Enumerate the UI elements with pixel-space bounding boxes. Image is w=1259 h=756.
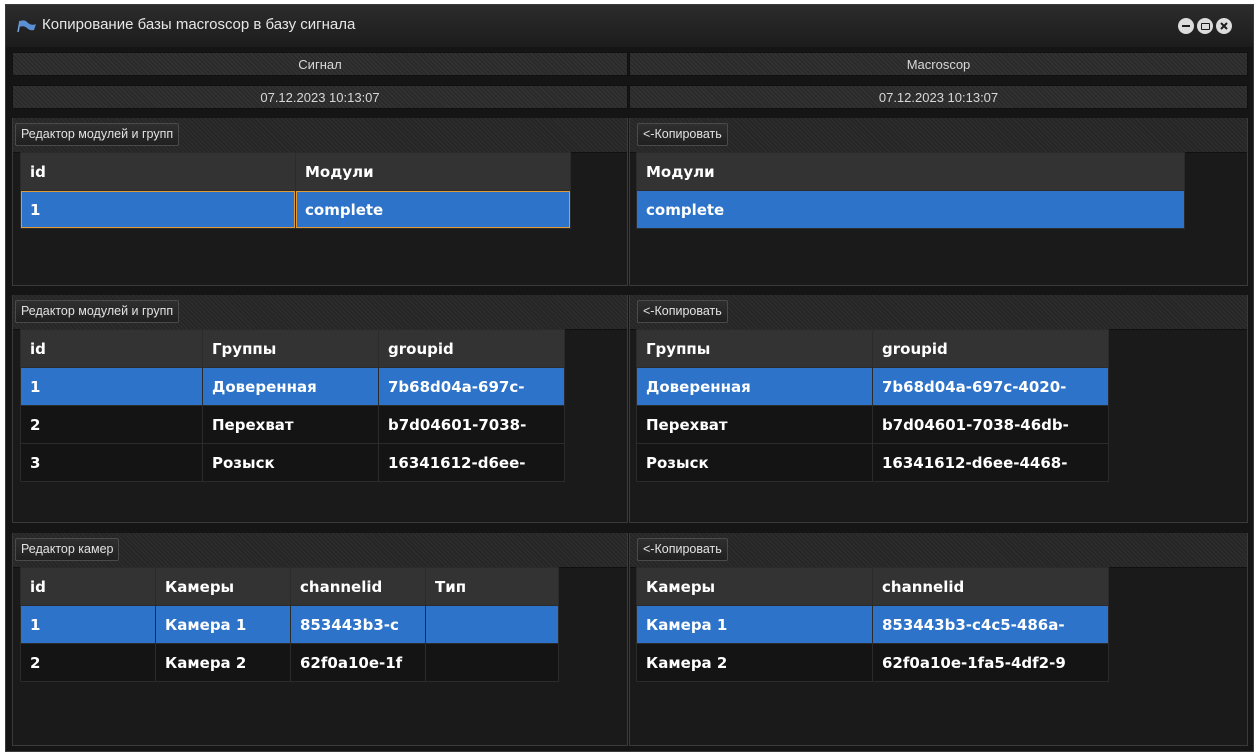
- right-groups-panel: <-Копировать Группы groupid Доверенная 7…: [629, 295, 1248, 523]
- table-row[interactable]: Перехват b7d04601-7038-46db-: [636, 405, 1109, 444]
- cell-type[interactable]: [425, 605, 559, 644]
- title-bar[interactable]: Копирование базы macroscop в базу сигнал…: [6, 5, 1253, 47]
- cell-camera[interactable]: Камера 1: [155, 605, 291, 644]
- column-header[interactable]: id: [20, 152, 296, 191]
- table-row[interactable]: complete: [636, 190, 1185, 229]
- cell-id[interactable]: 3: [20, 443, 203, 482]
- close-icon[interactable]: [1216, 18, 1232, 34]
- right-source-header: Macroscop: [629, 52, 1248, 76]
- cell-module[interactable]: complete: [295, 190, 571, 229]
- cell-group[interactable]: Доверенная: [636, 367, 873, 406]
- cell-groupid[interactable]: 7b68d04a-697c-4020-: [872, 367, 1109, 406]
- cell-type[interactable]: [425, 643, 559, 682]
- column-header[interactable]: groupid: [872, 329, 1109, 368]
- cell-groupid[interactable]: 7b68d04a-697c-: [378, 367, 565, 406]
- left-source-header: Сигнал: [12, 52, 628, 76]
- edit-modules-groups-button[interactable]: Редактор модулей и групп: [15, 123, 180, 146]
- cell-camera[interactable]: Камера 2: [155, 643, 291, 682]
- cell-group[interactable]: Розыск: [202, 443, 379, 482]
- left-modules-panel: Редактор модулей и групп id Модули 1 com…: [12, 118, 628, 286]
- left-groups-table: id Группы groupid 1 Доверенная 7b68d04a-…: [20, 329, 565, 482]
- cell-groupid[interactable]: 16341612-d6ee-4468-: [872, 443, 1109, 482]
- edit-modules-groups-button[interactable]: Редактор модулей и групп: [15, 300, 180, 323]
- table-row[interactable]: Камера 1 853443b3-c4c5-486a-: [636, 605, 1109, 644]
- minimize-icon[interactable]: [1178, 18, 1194, 34]
- toolbar: <-Копировать: [630, 533, 1247, 568]
- edit-cameras-button[interactable]: Редактор камер: [15, 538, 120, 561]
- cell-group[interactable]: Перехват: [202, 405, 379, 444]
- cell-groupid[interactable]: b7d04601-7038-46db-: [872, 405, 1109, 444]
- table-header-row: id Группы groupid: [20, 329, 565, 368]
- table-row[interactable]: Доверенная 7b68d04a-697c-4020-: [636, 367, 1109, 406]
- cell-id[interactable]: 1: [20, 605, 156, 644]
- app-flag-icon: [17, 20, 36, 33]
- column-header[interactable]: Камеры: [155, 567, 291, 606]
- cell-id[interactable]: 2: [20, 643, 156, 682]
- window-title: Копирование базы macroscop в базу сигнал…: [42, 16, 356, 33]
- toolbar: <-Копировать: [630, 118, 1247, 153]
- right-timestamp: 07.12.2023 10:13:07: [629, 85, 1248, 109]
- column-header[interactable]: channelid: [290, 567, 426, 606]
- column-header[interactable]: Группы: [202, 329, 379, 368]
- maximize-icon[interactable]: [1197, 18, 1213, 34]
- cell-id[interactable]: 1: [20, 190, 296, 229]
- left-modules-table: id Модули 1 complete: [20, 152, 571, 229]
- cell-groupid[interactable]: b7d04601-7038-: [378, 405, 565, 444]
- left-groups-panel: Редактор модулей и групп id Группы group…: [12, 295, 628, 523]
- right-cameras-table: Камеры channelid Камера 1 853443b3-c4c5-…: [636, 567, 1109, 682]
- table-row[interactable]: 2 Камера 2 62f0a10e-1f: [20, 643, 559, 682]
- column-header[interactable]: groupid: [378, 329, 565, 368]
- toolbar: Редактор модулей и групп: [13, 118, 627, 153]
- column-header[interactable]: id: [20, 567, 156, 606]
- table-row[interactable]: Камера 2 62f0a10e-1fa5-4df2-9: [636, 643, 1109, 682]
- copy-cameras-button[interactable]: <-Копировать: [637, 538, 728, 561]
- cell-channelid[interactable]: 853443b3-c: [290, 605, 426, 644]
- cell-id[interactable]: 2: [20, 405, 203, 444]
- copy-modules-button[interactable]: <-Копировать: [637, 123, 728, 146]
- toolbar: Редактор камер: [13, 533, 627, 568]
- column-header[interactable]: id: [20, 329, 203, 368]
- table-header-row: Модули: [636, 152, 1185, 191]
- copy-groups-button[interactable]: <-Копировать: [637, 300, 728, 323]
- cell-channelid[interactable]: 62f0a10e-1fa5-4df2-9: [872, 643, 1109, 682]
- right-modules-panel: <-Копировать Модули complete: [629, 118, 1248, 286]
- toolbar: <-Копировать: [630, 295, 1247, 330]
- cell-channelid[interactable]: 853443b3-c4c5-486a-: [872, 605, 1109, 644]
- cell-camera[interactable]: Камера 1: [636, 605, 873, 644]
- table-header-row: id Модули: [20, 152, 571, 191]
- column-header[interactable]: Группы: [636, 329, 873, 368]
- toolbar: Редактор модулей и групп: [13, 295, 627, 330]
- cell-module[interactable]: complete: [636, 190, 1185, 229]
- right-cameras-panel: <-Копировать Камеры channelid Камера 1 8…: [629, 533, 1248, 746]
- cell-group[interactable]: Перехват: [636, 405, 873, 444]
- column-header[interactable]: channelid: [872, 567, 1109, 606]
- left-timestamp: 07.12.2023 10:13:07: [12, 85, 628, 109]
- cell-group[interactable]: Розыск: [636, 443, 873, 482]
- table-row[interactable]: 1 complete: [20, 190, 571, 229]
- column-header[interactable]: Модули: [636, 152, 1185, 191]
- column-header[interactable]: Тип: [425, 567, 559, 606]
- column-header[interactable]: Камеры: [636, 567, 873, 606]
- table-row[interactable]: Розыск 16341612-d6ee-4468-: [636, 443, 1109, 482]
- table-row[interactable]: 2 Перехват b7d04601-7038-: [20, 405, 565, 444]
- cell-channelid[interactable]: 62f0a10e-1f: [290, 643, 426, 682]
- cell-group[interactable]: Доверенная: [202, 367, 379, 406]
- right-modules-table: Модули complete: [636, 152, 1185, 229]
- copy-window: Копирование базы macroscop в базу сигнал…: [5, 4, 1254, 752]
- left-cameras-table: id Камеры channelid Тип 1 Камера 1 85344…: [20, 567, 559, 682]
- column-header[interactable]: Модули: [295, 152, 571, 191]
- table-header-row: Камеры channelid: [636, 567, 1109, 606]
- cell-camera[interactable]: Камера 2: [636, 643, 873, 682]
- table-row[interactable]: 1 Камера 1 853443b3-c: [20, 605, 559, 644]
- left-cameras-panel: Редактор камер id Камеры channelid Тип 1…: [12, 533, 628, 746]
- table-header-row: id Камеры channelid Тип: [20, 567, 559, 606]
- table-row[interactable]: 1 Доверенная 7b68d04a-697c-: [20, 367, 565, 406]
- right-groups-table: Группы groupid Доверенная 7b68d04a-697c-…: [636, 329, 1109, 482]
- cell-id[interactable]: 1: [20, 367, 203, 406]
- table-row[interactable]: 3 Розыск 16341612-d6ee-: [20, 443, 565, 482]
- cell-groupid[interactable]: 16341612-d6ee-: [378, 443, 565, 482]
- table-header-row: Группы groupid: [636, 329, 1109, 368]
